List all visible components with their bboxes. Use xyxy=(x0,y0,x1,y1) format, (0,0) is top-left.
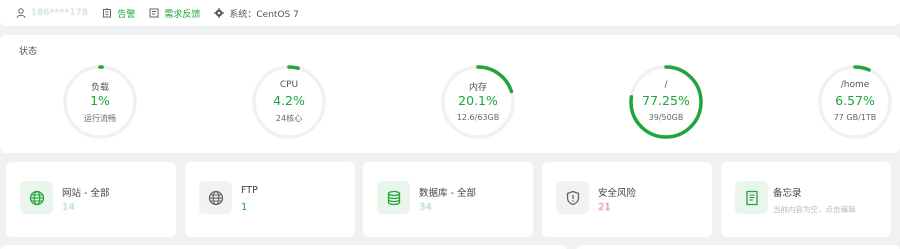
feedback-icon xyxy=(149,8,159,18)
user-account[interactable]: 186****178 xyxy=(16,8,88,18)
user-icon xyxy=(16,8,26,18)
status-title: 状态 xyxy=(19,47,38,57)
card-title: 备忘录 xyxy=(773,188,802,199)
memo-icon xyxy=(735,181,768,214)
gauge-cpu[interactable]: CPU 4.2% 24核心 xyxy=(250,63,328,141)
card-title: 网站 - 全部 xyxy=(62,188,110,199)
gauge-sub: 运行流畅 xyxy=(84,114,116,123)
card-databases[interactable]: 数据库 - 全部 34 xyxy=(363,162,533,237)
gauge-label: / xyxy=(664,80,668,90)
system-info: 系统：CentOS 7 xyxy=(214,7,299,20)
card-value[interactable]: 14 xyxy=(62,202,75,213)
card-value[interactable]: 21 xyxy=(598,202,611,213)
bottom-panel-right xyxy=(576,245,900,249)
gauge-value: 6.57% xyxy=(835,93,875,108)
bell-icon xyxy=(102,8,112,18)
alarm-link[interactable]: 告警 xyxy=(102,7,135,20)
feedback-label: 需求反馈 xyxy=(164,9,201,20)
card-value[interactable]: 34 xyxy=(419,202,432,213)
gauge-sub: 24核心 xyxy=(275,114,303,123)
memo-hint[interactable]: 当前内容为空，点击编辑 xyxy=(773,204,856,215)
globe-icon xyxy=(20,181,53,214)
system-label: 系统：CentOS 7 xyxy=(229,9,299,20)
gauge-label: 内存 xyxy=(468,83,487,93)
card-title: FTP xyxy=(241,185,258,196)
gauge-label: /home xyxy=(840,80,870,90)
gauge-value: 20.1% xyxy=(458,93,498,108)
gauge-sub: 12.6/63GB xyxy=(456,113,500,122)
gauge-label: 负载 xyxy=(90,83,109,93)
gauge-label: CPU xyxy=(279,80,299,90)
shield-icon xyxy=(556,181,589,214)
user-name: 186****178 xyxy=(31,8,89,18)
card-websites[interactable]: 网站 - 全部 14 xyxy=(6,162,176,237)
gauge-disk-root[interactable]: / 77.25% 39/50GB xyxy=(627,63,705,141)
card-title: 安全风险 xyxy=(598,188,637,199)
gauge-value: 4.2% xyxy=(273,93,305,108)
card-title: 数据库 - 全部 xyxy=(419,188,476,199)
globe-icon xyxy=(199,181,232,214)
bottom-panel-left xyxy=(0,245,567,249)
gauge-memory[interactable]: 内存 20.1% 12.6/63GB xyxy=(439,63,517,141)
card-ftp[interactable]: FTP 1 xyxy=(185,162,355,237)
gauge-sub: 39/50GB xyxy=(648,113,684,122)
feedback-link[interactable]: 需求反馈 xyxy=(149,7,200,20)
card-memo[interactable]: 备忘录 当前内容为空，点击编辑 xyxy=(721,162,891,237)
top-info-bar: 186****178 告警 需求反馈 系统：CentOS 7 xyxy=(0,0,900,26)
gauge-sub: 77 GB/1TB xyxy=(833,113,877,122)
status-panel: 状态 负载 1% 运行流畅 CPU 4.2% 24核心 内存 20.1% 12.… xyxy=(0,35,900,153)
gauge-value: 77.25% xyxy=(642,93,690,108)
card-value[interactable]: 1 xyxy=(241,202,247,213)
gauge-value: 1% xyxy=(90,93,110,108)
gear-icon xyxy=(214,8,225,18)
database-icon xyxy=(377,181,410,214)
alarm-label: 告警 xyxy=(117,9,136,20)
gauge-load[interactable]: 负载 1% 运行流畅 xyxy=(61,63,139,141)
gauge-disk-home[interactable]: /home 6.57% 77 GB/1TB xyxy=(816,63,894,141)
card-security-risk[interactable]: 安全风险 21 xyxy=(542,162,712,237)
